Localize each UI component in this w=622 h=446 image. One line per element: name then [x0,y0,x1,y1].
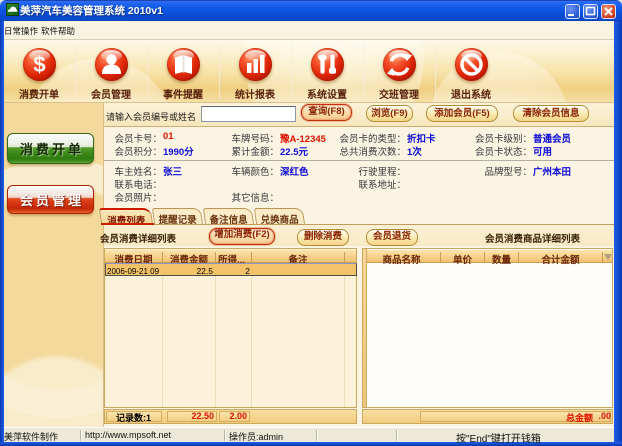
svg-text:$: $ [33,52,45,77]
